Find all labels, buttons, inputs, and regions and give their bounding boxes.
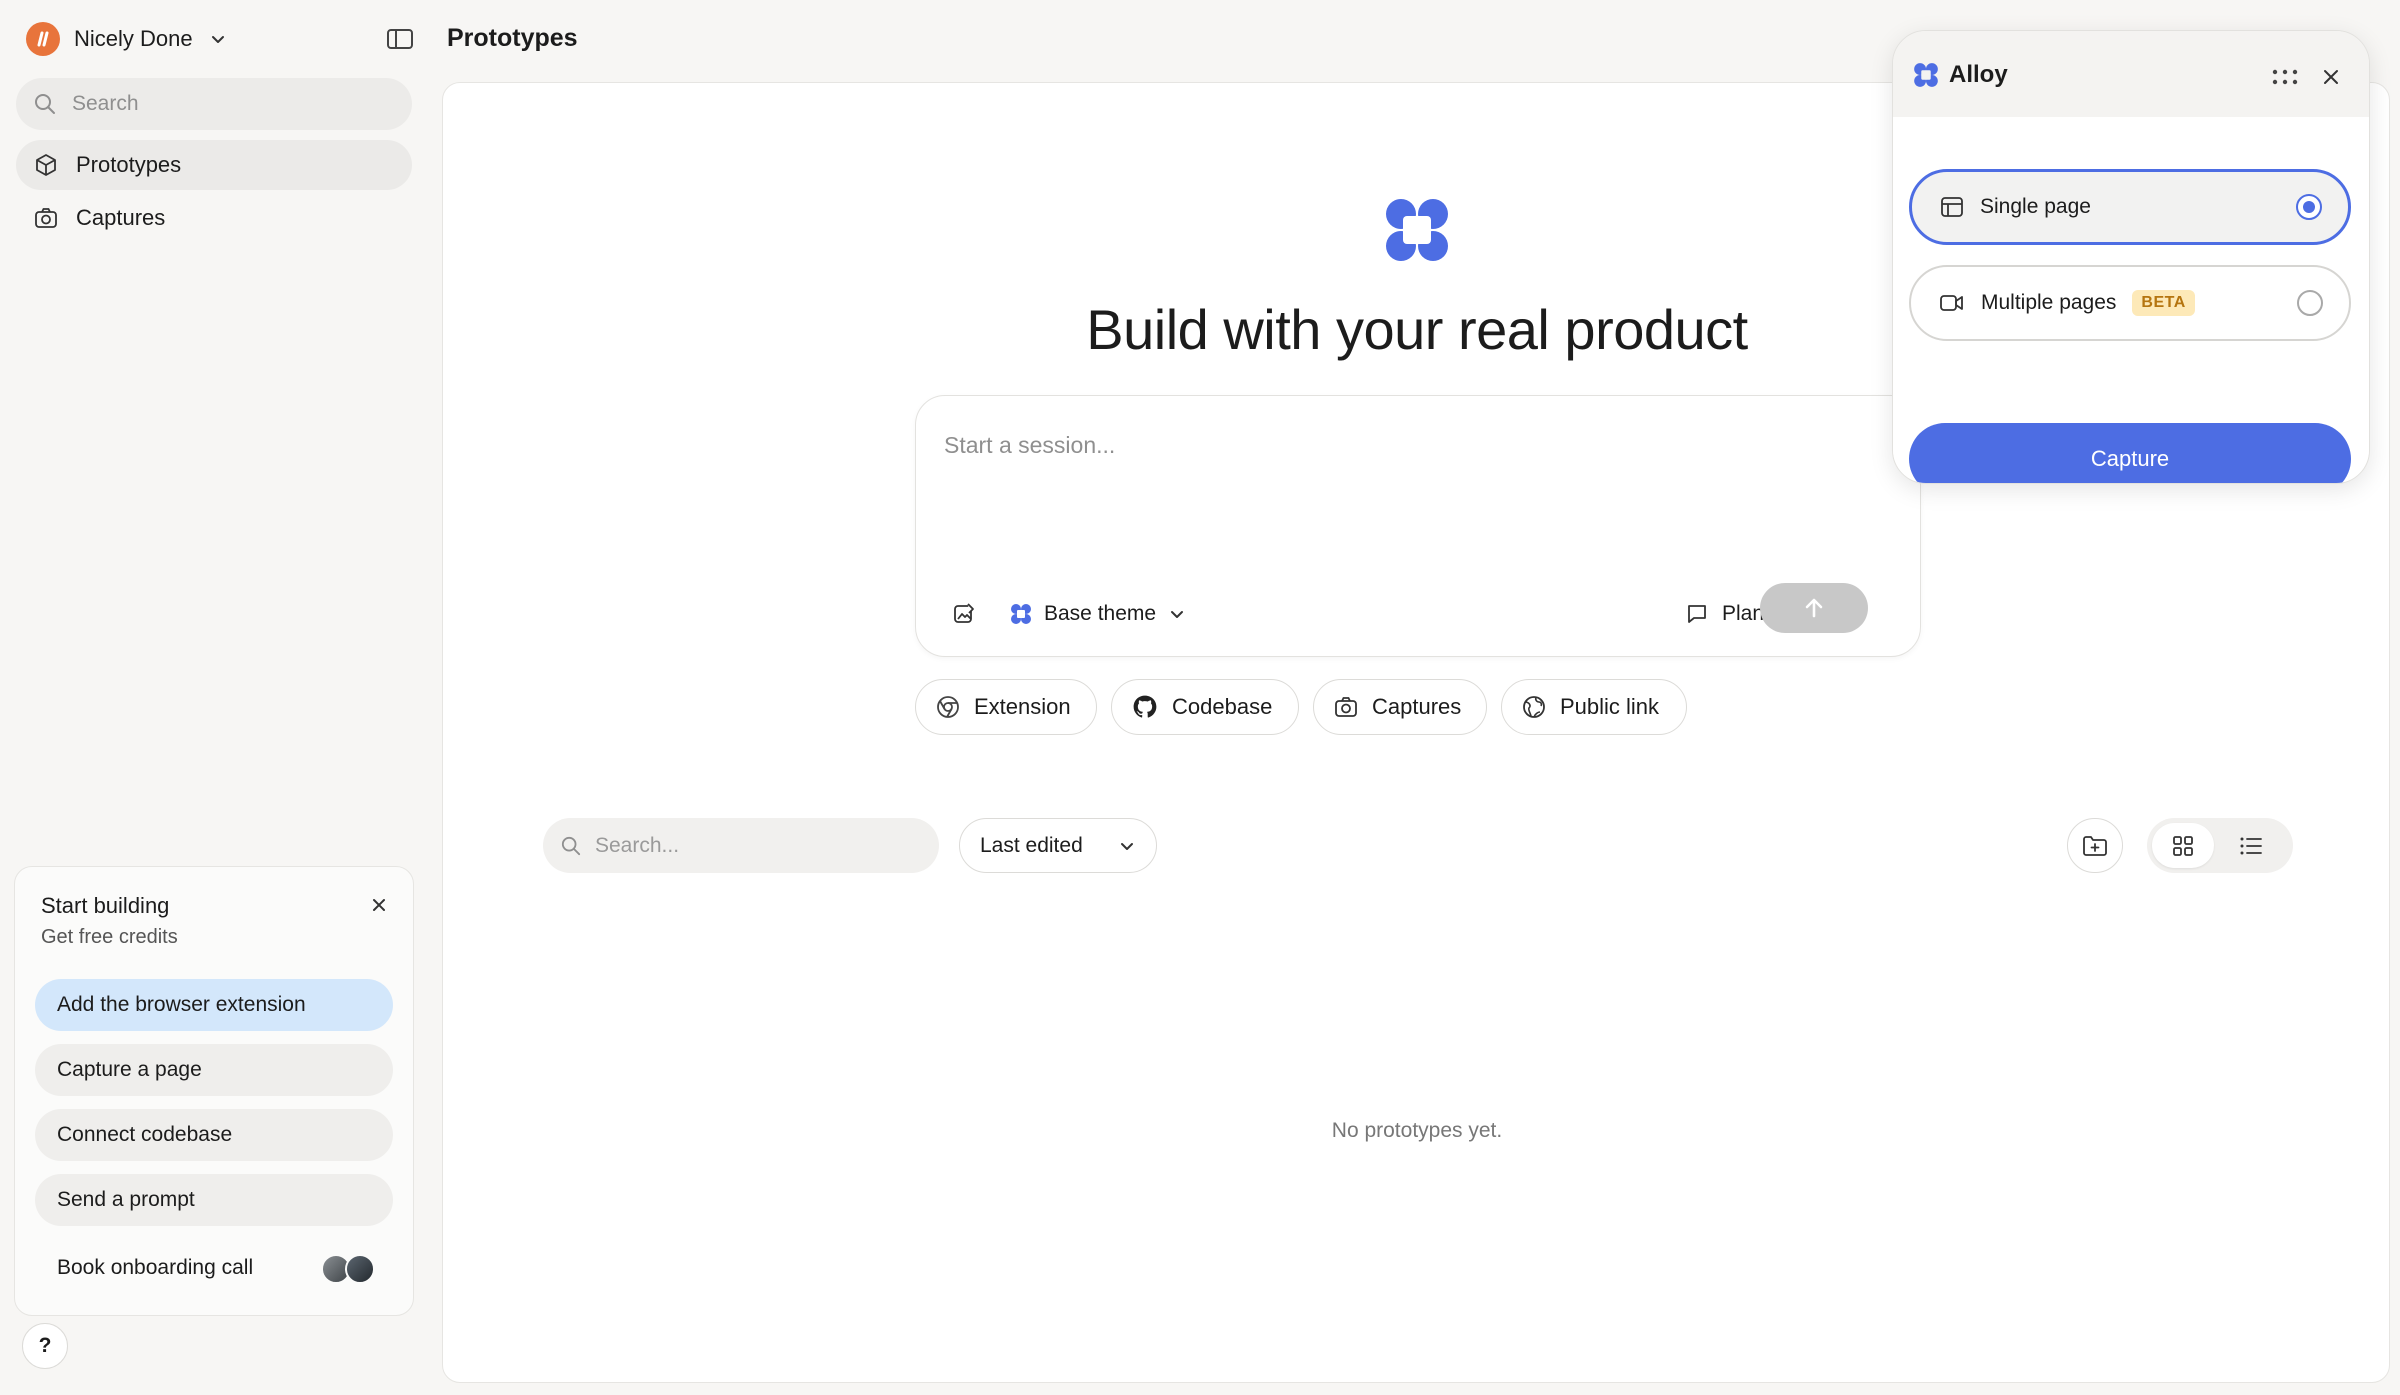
sidebar-search-input[interactable] [72,92,372,116]
search-icon [34,93,56,115]
task-label: Book onboarding call [57,1256,254,1279]
folder-plus-icon [2083,835,2107,856]
chip-label: Codebase [1172,694,1273,719]
prototype-search-input[interactable] [595,833,915,858]
task-label: Add the browser extension [57,993,306,1016]
github-icon [1132,694,1158,720]
sort-label: Last edited [980,833,1083,857]
option-label: Multiple pages [1981,291,2117,314]
avatar-group [321,1254,375,1284]
send-button[interactable] [1760,583,1868,633]
sidebar-item-label: Prototypes [76,152,182,177]
plan-label: Plan [1722,602,1765,625]
camera-icon [1334,695,1358,719]
arrow-up-icon [1805,598,1823,618]
drag-handle-icon[interactable] [2267,65,2303,89]
workspace-logo-icon [26,22,60,56]
chip-extension[interactable]: Extension [915,679,1097,735]
chip-public-link[interactable]: Public link [1501,679,1687,735]
alloy-logo-icon [1913,62,1939,88]
view-switcher [2147,818,2293,873]
task-book-onboarding-call[interactable]: Book onboarding call [35,1242,393,1294]
search-icon [561,836,581,856]
chevron-down-icon [1118,837,1136,855]
sidebar: Nicely Done Prototypes Captures Start bu… [0,0,428,1395]
option-single-page[interactable]: Single page [1909,169,2351,245]
popup-brand-name: Alloy [1949,61,2008,88]
video-camera-icon [1939,291,1965,315]
sort-dropdown[interactable]: Last edited [959,818,1157,873]
task-add-extension[interactable]: Add the browser extension [35,979,393,1031]
browser-window-icon [1940,195,1964,219]
option-label: Single page [1980,195,2091,218]
sidebar-item-label: Captures [76,205,166,230]
chip-label: Captures [1372,694,1462,719]
empty-state-text: No prototypes yet. [1331,1119,1503,1142]
sidebar-toggle-icon[interactable] [384,25,416,53]
list-view-button[interactable] [2220,823,2282,868]
plan-button[interactable]: Plan [1686,596,1764,632]
grid-view-button[interactable] [2152,823,2214,868]
theme-selector[interactable]: Base theme [1010,596,1186,632]
image-edit-icon[interactable] [950,600,978,628]
avatar [345,1254,375,1284]
popup-brand: Alloy [1913,61,2008,89]
chip-label: Public link [1560,694,1660,719]
chip-captures[interactable]: Captures [1313,679,1487,735]
popup-body: Single page Multiple pages BETA Capture [1893,117,2369,483]
onboarding-subtitle: Get free credits [41,926,178,948]
theme-label: Base theme [1044,602,1157,625]
chip-codebase[interactable]: Codebase [1111,679,1299,735]
session-input[interactable] [944,432,1844,512]
task-send-prompt[interactable]: Send a prompt [35,1174,393,1226]
close-icon[interactable] [367,893,391,917]
beta-badge: BETA [2132,290,2195,316]
task-label: Send a prompt [57,1188,195,1211]
option-multiple-pages[interactable]: Multiple pages BETA [1909,265,2351,341]
cube-icon [34,153,58,177]
comment-icon [1686,603,1708,625]
close-icon[interactable] [2317,63,2345,91]
workspace-name: Nicely Done [74,26,193,51]
task-connect-codebase[interactable]: Connect codebase [35,1109,393,1161]
popup-header: Alloy [1893,31,2369,117]
alloy-capture-popup: Alloy Single page Multiple pages BETA Ca… [1892,30,2370,484]
new-folder-button[interactable] [2067,818,2123,873]
page-title: Prototypes [447,24,578,52]
capture-button[interactable]: Capture [1909,423,2351,483]
radio-selected[interactable] [2296,194,2322,220]
sidebar-item-captures[interactable]: Captures [16,193,412,243]
grid-icon [2173,835,2193,856]
onboarding-title: Start building [41,893,170,918]
alloy-logo-icon [1382,195,1452,265]
task-capture-page[interactable]: Capture a page [35,1044,393,1096]
task-label: Connect codebase [57,1123,233,1146]
camera-icon [34,206,58,230]
task-label: Capture a page [57,1058,202,1081]
globe-icon [1522,695,1546,719]
chip-label: Extension [974,694,1071,719]
prototype-search[interactable] [543,818,939,873]
list-icon [2240,837,2262,854]
alloy-logo-icon [1010,603,1032,625]
help-button[interactable]: ? [22,1323,68,1369]
workspace-switcher[interactable]: Nicely Done [26,20,227,58]
session-composer: Base theme Plan [915,395,1921,657]
chrome-icon [936,695,960,719]
chevron-down-icon [209,30,227,48]
sidebar-item-prototypes[interactable]: Prototypes [16,140,412,190]
chevron-down-icon [1168,605,1186,623]
sidebar-search[interactable] [16,78,412,130]
onboarding-card: Start building Get free credits Add the … [14,866,414,1316]
radio-unselected[interactable] [2297,290,2323,316]
